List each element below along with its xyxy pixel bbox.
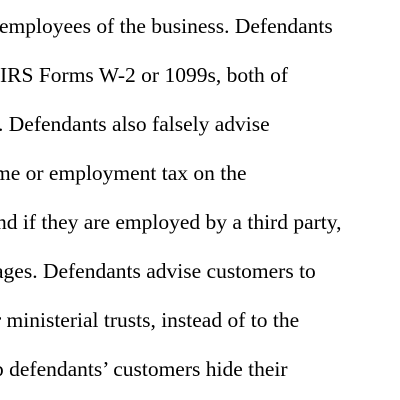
text-line-5: nd if they are employed by a third party… xyxy=(0,210,342,234)
text-line-4: me or employment tax on the xyxy=(0,161,247,185)
text-line-8: p defendants’ customers hide their xyxy=(0,357,288,381)
text-line-3: . Defendants also falsely advise xyxy=(0,112,270,136)
text-line-2: IRS Forms W-2 or 1099s, both of xyxy=(0,63,289,87)
document-page: employees of the business. Defendants IR… xyxy=(0,0,400,400)
text-line-7: r ministerial trusts, instead of to the xyxy=(0,308,300,332)
text-line-6: ages. Defendants advise customers to xyxy=(0,259,316,283)
text-line-1: employees of the business. Defendants xyxy=(0,14,333,38)
